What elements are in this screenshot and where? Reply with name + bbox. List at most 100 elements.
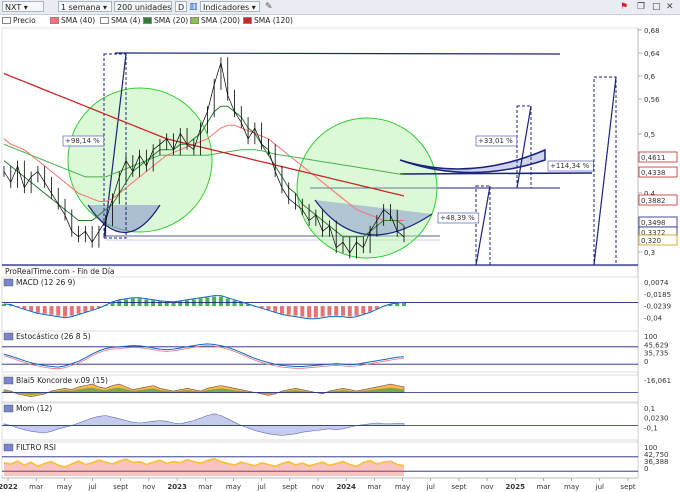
price-tag-label: 0,4611 — [641, 154, 666, 162]
x-tick-label: jul — [87, 483, 96, 491]
annotation-label: +33,01 % — [478, 137, 513, 145]
macd-bar — [340, 306, 345, 316]
indicator-panel-title: MACD (12 26 9) — [16, 278, 75, 287]
x-tick-label: sept — [451, 483, 466, 491]
price-tag-label: 0,320 — [641, 237, 661, 245]
y-tick-label: -16,061 — [644, 377, 671, 385]
y-tick-label: 0,5 — [644, 131, 655, 139]
macd-bar — [185, 300, 190, 307]
macd-bar — [151, 300, 156, 307]
y-tick-label: 0,68 — [644, 27, 660, 35]
macd-bar — [320, 306, 325, 317]
price-tag-label: 0,3498 — [641, 219, 666, 227]
y-tick-label: 0,6 — [644, 73, 656, 81]
macd-bar — [157, 301, 162, 307]
x-tick-label: mar — [367, 483, 381, 491]
macd-bar — [279, 306, 284, 314]
macd-bar — [29, 306, 34, 311]
y-tick-label: 0,64 — [644, 50, 660, 58]
x-tick-label: sept — [620, 483, 635, 491]
price-tag-label: 0,4338 — [641, 169, 666, 177]
x-tick-label: may — [564, 483, 579, 491]
x-tick-label: mar — [198, 483, 212, 491]
y-tick-label: -0,0185 — [644, 291, 671, 299]
macd-bar — [368, 306, 373, 312]
x-tick-label: 2022 — [0, 483, 18, 491]
y-tick-label: 0,0230 — [644, 415, 669, 423]
rounding-bottom-circle-right — [296, 117, 438, 259]
macd-bar — [354, 306, 359, 316]
x-tick-label: 2023 — [167, 483, 187, 491]
x-tick-label: may — [57, 483, 72, 491]
macd-bar — [334, 306, 339, 316]
chart-area[interactable]: +98,14 % +33,01 % +114,34 % +48,39 % 0,68 0,… — [0, 0, 680, 492]
macd-bar — [273, 306, 278, 312]
x-tick-label: may — [226, 483, 241, 491]
y-tick-label: 0,3 — [644, 249, 655, 257]
x-tick-label: may — [395, 483, 410, 491]
macd-bar — [307, 306, 312, 318]
indicator-panel-title: Blai5 Koncorde v.09 (15) — [16, 376, 108, 385]
annotation-label: +48,39 % — [440, 214, 475, 222]
indicator-panel-frame — [1, 276, 639, 333]
macd-bar — [232, 300, 237, 307]
x-tick-label: jul — [256, 483, 265, 491]
macd-bar — [56, 306, 61, 316]
macd-bar — [42, 306, 47, 314]
macd-bar — [49, 306, 54, 315]
panel-toggle-icon — [3, 443, 14, 452]
y-tick-label: 0 — [644, 358, 648, 366]
y-tick-label: 0 — [644, 465, 648, 473]
macd-bar — [286, 306, 291, 315]
price-axis-group: 0,680,640,60,560,50,40,30,46110,43380,38… — [638, 27, 678, 257]
x-tick-label: nov — [142, 483, 155, 491]
source-label: ProRealTime.com - Fin de Día — [5, 267, 115, 276]
macd-bar — [83, 306, 88, 312]
y-tick-label: 0,0074 — [644, 279, 669, 287]
macd-bar — [347, 306, 352, 317]
indicator-panel-title: FILTRO RSI — [16, 443, 56, 452]
panel-toggle-icon — [3, 404, 14, 413]
annotation-label: +114,34 % — [550, 162, 590, 170]
y-tick-label: 0,1 — [644, 405, 655, 413]
annotation-label: +98,14 % — [65, 137, 100, 145]
indicator-panels-group: MACD (12 26 9) 0,0074 -0,0185 -0,0239 -0,04 E… — [1, 276, 671, 479]
x-tick-label: jul — [595, 483, 604, 491]
macd-bar — [63, 306, 68, 317]
x-tick-label: nov — [312, 483, 325, 491]
macd-bar — [293, 306, 298, 316]
macd-bar — [69, 306, 74, 316]
macd-bar — [205, 297, 210, 307]
macd-bar — [300, 306, 305, 317]
x-tick-label: sept — [113, 483, 128, 491]
x-tick-label: mar — [29, 483, 43, 491]
macd-bar — [218, 296, 223, 307]
x-tick-label: 2025 — [506, 483, 526, 491]
x-tick-label: jul — [426, 483, 435, 491]
macd-bar — [402, 302, 406, 307]
y-tick-label: -0,04 — [644, 314, 663, 322]
y-tick-label: 0,56 — [644, 96, 660, 104]
x-tick-label: sept — [282, 483, 297, 491]
macd-bar — [361, 306, 366, 314]
x-tick-label: 2024 — [336, 483, 356, 491]
y-tick-label: -0,0239 — [644, 303, 671, 311]
macd-bar — [76, 306, 81, 314]
macd-bar — [212, 296, 217, 307]
panel-toggle-icon — [3, 278, 14, 287]
x-tick-label: nov — [481, 483, 494, 491]
price-tag-label: 0,3882 — [641, 197, 666, 205]
projection-line — [399, 172, 593, 175]
panel-toggle-icon — [3, 332, 14, 341]
y-tick-label: -0,1 — [644, 424, 658, 432]
macd-bar — [327, 306, 332, 316]
y-tick-label: 35,735 — [644, 350, 669, 358]
indicator-panel-title: Estocástico (26 8 5) — [16, 332, 91, 341]
macd-bar — [178, 301, 183, 307]
macd-bar — [313, 306, 318, 318]
macd-bar — [117, 300, 122, 307]
x-tick-label: mar — [536, 483, 550, 491]
x-axis-group: 2022 mar may jul sept nov 2023 mar may jul sept nov… — [0, 477, 638, 491]
panel-toggle-icon — [3, 376, 14, 385]
indicator-panel-title: Mom (12) — [16, 404, 52, 413]
